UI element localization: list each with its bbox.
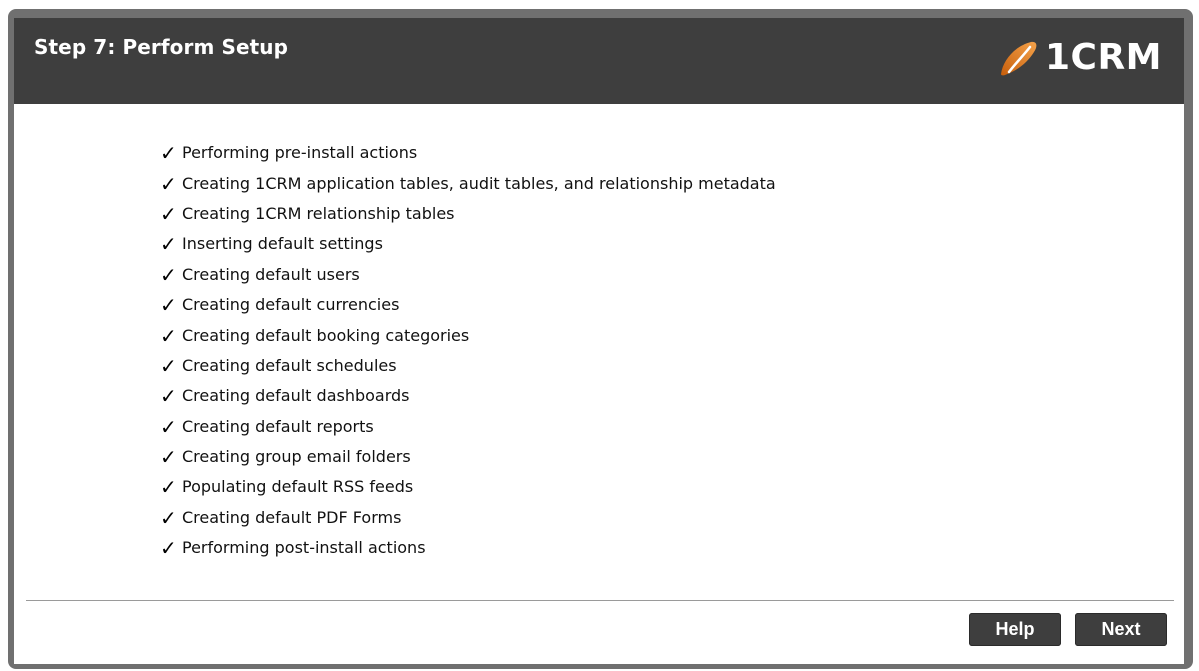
task-item: ✓ Creating default schedules: [160, 351, 776, 381]
task-label: Creating default reports: [182, 416, 374, 436]
task-item: ✓ Populating default RSS feeds: [160, 472, 776, 502]
task-label: Creating default PDF Forms: [182, 507, 402, 527]
brand-logo: 1CRM: [997, 36, 1162, 80]
task-label: Creating 1CRM application tables, audit …: [182, 173, 776, 193]
task-label: Creating default currencies: [182, 295, 400, 315]
1crm-logo-icon: [1000, 41, 1037, 76]
task-item: ✓ Creating default dashboards: [160, 381, 776, 411]
task-item: ✓ Performing pre-install actions: [160, 138, 776, 168]
task-item: ✓ Creating group email folders: [160, 442, 776, 472]
task-label: Creating default dashboards: [182, 386, 410, 406]
checkmark-icon: ✓: [160, 384, 177, 409]
checkmark-icon: ✓: [160, 293, 177, 318]
task-label: Inserting default settings: [182, 234, 383, 254]
checkmark-icon: ✓: [160, 353, 177, 378]
checkmark-icon: ✓: [160, 171, 177, 196]
task-item: ✓ Creating default PDF Forms: [160, 503, 776, 533]
page-title: Step 7: Perform Setup: [34, 35, 289, 59]
footer-divider: [26, 600, 1174, 601]
checkmark-icon: ✓: [160, 445, 177, 470]
task-item: ✓ Creating 1CRM relationship tables: [160, 199, 776, 229]
help-button[interactable]: Help: [969, 613, 1061, 646]
task-label: Creating group email folders: [182, 447, 411, 467]
task-item: ✓ Creating default currencies: [160, 290, 776, 320]
checkmark-icon: ✓: [160, 475, 177, 500]
task-label: Performing post-install actions: [182, 538, 426, 558]
task-label: Creating default booking categories: [182, 325, 470, 345]
task-item: ✓ Creating 1CRM application tables, audit…: [160, 168, 776, 198]
task-item: ✓ Inserting default settings: [160, 229, 776, 259]
task-item: ✓ Creating default users: [160, 260, 776, 290]
checkmark-icon: ✓: [160, 536, 177, 561]
task-label: Populating default RSS feeds: [182, 477, 414, 497]
next-button[interactable]: Next: [1075, 613, 1167, 646]
checkmark-icon: ✓: [160, 323, 177, 348]
task-item: ✓ Creating default booking categories: [160, 320, 776, 350]
checkmark-icon: ✓: [160, 201, 177, 226]
task-item: ✓ Creating default reports: [160, 412, 776, 442]
checkmark-icon: ✓: [160, 262, 177, 287]
checkmark-icon: ✓: [160, 414, 177, 439]
setup-task-list: ✓ Performing pre-install actions ✓ Creatin…: [160, 138, 776, 563]
checkmark-icon: ✓: [160, 232, 177, 257]
logo-text: 1CRM: [1044, 37, 1162, 78]
task-label: Creating 1CRM relationship tables: [182, 203, 455, 223]
task-item: ✓ Performing post-install actions: [160, 533, 776, 563]
main-content: ✓ Performing pre-install actions ✓ Creatin…: [14, 104, 1184, 664]
task-label: Performing pre-install actions: [182, 143, 418, 163]
checkmark-icon: ✓: [160, 141, 177, 166]
header-bar: Step 7: Perform Setup 1CRM: [14, 18, 1184, 104]
task-label: Creating default schedules: [182, 355, 397, 375]
task-label: Creating default users: [182, 264, 360, 284]
checkmark-icon: ✓: [160, 505, 177, 530]
